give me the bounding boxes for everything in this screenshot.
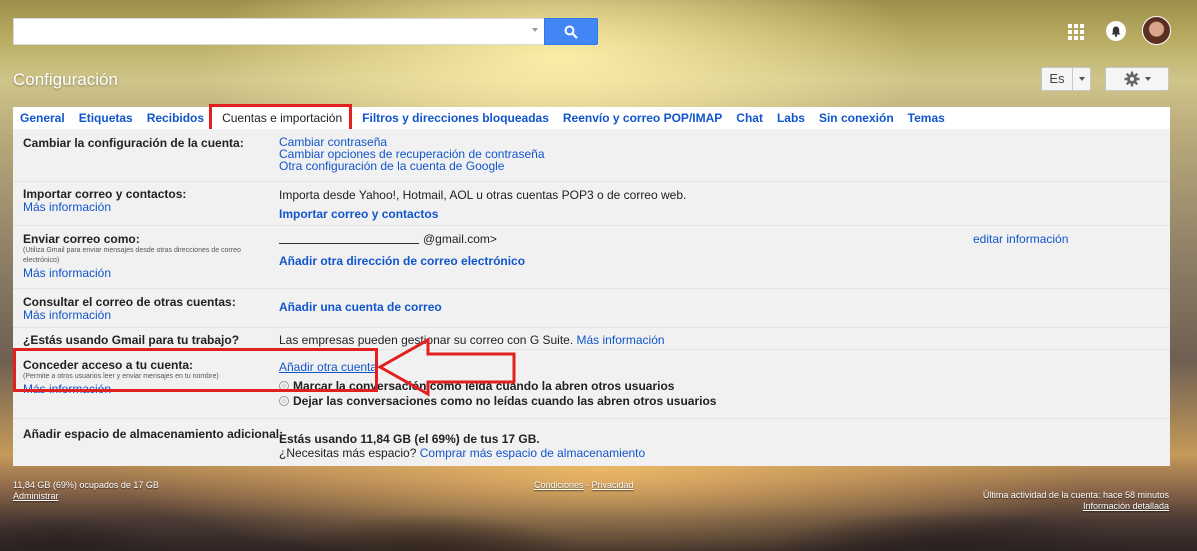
row-send-as: Enviar correo como: (Utiliza Gmail para … [13,225,1170,288]
tab-general[interactable]: General [20,111,65,125]
footer-activity: Última actividad de la cuenta: hace 58 m… [983,490,1169,512]
add-mail-account-link[interactable]: Añadir una cuenta de correo [279,300,442,314]
import-description: Importa desde Yahoo!, Hotmail, AOL u otr… [279,188,687,202]
tab-chat[interactable]: Chat [736,111,763,125]
more-info-link[interactable]: Más información [23,266,273,280]
row-import: Importar correo y contactos: Más informa… [13,181,1170,225]
row-storage: Añadir espacio de almacenamiento adicion… [13,418,1170,466]
last-activity-text: Última actividad de la cuenta: hace 58 m… [982,490,1169,500]
tab-accounts-import[interactable]: Cuentas e importación [209,104,353,132]
row-label: Cambiar la configuración de la cuenta: [23,136,244,150]
settings-panel: Cambiar la configuración de la cuenta: C… [13,129,1170,466]
page-title: Configuración [13,70,118,89]
tab-filters[interactable]: Filtros y direcciones bloqueadas [362,111,549,125]
tab-offline[interactable]: Sin conexión [819,111,894,125]
buy-storage-link[interactable]: Comprar más espacio de almacenamiento [420,446,645,460]
notifications-bell-icon[interactable] [1106,21,1126,41]
footer-storage-text: 11,84 GB (69%) ocupados de 17 GB [13,480,159,490]
footer-links: Condiciones - Privacidad [534,480,634,490]
tab-inbox[interactable]: Recibidos [147,111,204,125]
search-button[interactable] [544,18,598,45]
more-info-link[interactable]: Más información [23,309,236,322]
more-info-link[interactable]: Más información [23,201,186,214]
search-icon [564,25,578,39]
leave-unread-radio[interactable] [279,396,289,406]
tab-labels[interactable]: Etiquetas [79,111,133,125]
tab-themes[interactable]: Temas [908,111,945,125]
more-info-link[interactable]: Más información [577,333,665,347]
activity-details-link[interactable]: Información detallada [983,501,1169,512]
gear-icon [1124,71,1139,87]
edit-info-link[interactable]: editar información [973,232,1068,246]
apps-grid-icon[interactable] [1068,24,1084,40]
add-email-address-link[interactable]: Añadir otra dirección de correo electrón… [279,254,1159,268]
annotation-highlight-box [13,348,378,392]
search-options-icon[interactable] [532,28,538,32]
avatar[interactable] [1142,16,1171,45]
row-check-other: Consultar el correo de otras cuentas: Má… [13,288,1170,327]
language-label: Es [1042,68,1073,90]
send-as-email: @gmail.com> [423,232,497,246]
tab-forwarding[interactable]: Reenvío y correo POP/IMAP [563,111,722,125]
storage-question: ¿Necesitas más espacio? [279,446,417,460]
search-input[interactable] [13,18,544,45]
tab-labs[interactable]: Labs [777,111,805,125]
import-mail-contacts-link[interactable]: Importar correo y contactos [279,207,686,221]
email-redacted [279,236,419,244]
chevron-down-icon [1144,77,1151,81]
storage-usage: Estás usando 11,84 GB (el 69%) de tus 17… [279,432,540,446]
terms-link[interactable]: Condiciones [534,480,584,490]
row-change-account: Cambiar la configuración de la cuenta: C… [13,129,1170,181]
footer-storage: 11,84 GB (69%) ocupados de 17 GB Adminis… [13,480,159,502]
annotation-arrow-icon [378,337,516,397]
privacy-link[interactable]: Privacidad [592,480,634,490]
row-label: ¿Estás usando Gmail para tu trabajo? [23,333,240,347]
language-selector[interactable]: Es [1041,67,1091,91]
manage-storage-link[interactable]: Administrar [13,491,159,502]
google-account-settings-link[interactable]: Otra configuración de la cuenta de Googl… [279,160,545,172]
settings-tabs: General Etiquetas Recibidos Cuentas e im… [13,104,1170,132]
row-label: Enviar correo como: [23,232,140,246]
row-note: (Utiliza Gmail para enviar mensajes desd… [23,247,241,264]
settings-button[interactable] [1105,67,1169,91]
chevron-down-icon [1078,77,1085,81]
footer-separator: - [583,480,592,490]
row-label: Añadir espacio de almacenamiento adicion… [23,427,284,441]
row-work: ¿Estás usando Gmail para tu trabajo? Las… [13,327,1170,349]
